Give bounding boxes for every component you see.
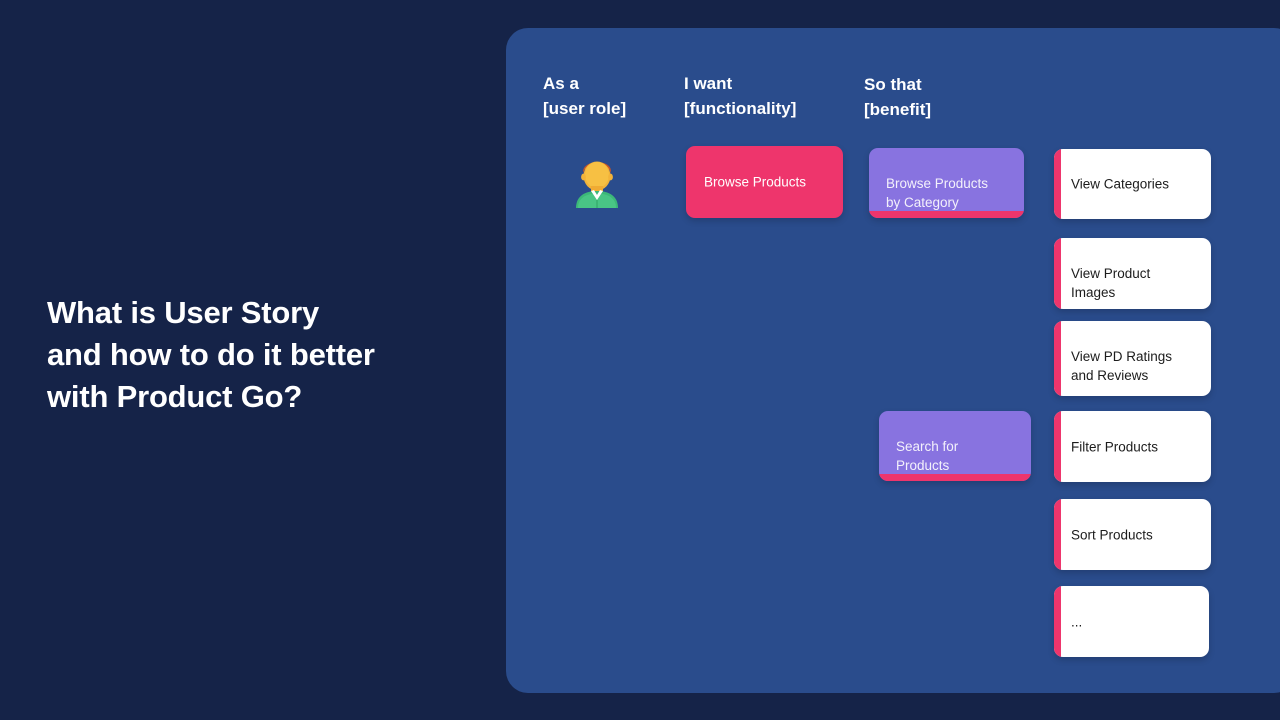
detail-card-view-categories[interactable]: View Categories (1054, 149, 1211, 219)
card-label: Sort Products (1071, 527, 1153, 542)
column-header-i-want: I want [functionality] (684, 74, 797, 118)
page-title-line-1: What is User Story (47, 295, 320, 330)
card-label: Browse Products (704, 174, 807, 190)
card-accent-bar (1054, 238, 1061, 309)
card-accent-bar (879, 474, 1031, 481)
slide-canvas: What is User Story and how to do it bett… (0, 0, 1280, 720)
detail-card-sort-products[interactable]: Sort Products (1054, 499, 1211, 570)
detail-card-more[interactable]: ... (1054, 586, 1209, 657)
detail-card-view-product-images[interactable]: View Product Images (1054, 238, 1211, 309)
detail-card-filter-products[interactable]: Filter Products (1054, 411, 1211, 482)
page-title: What is User Story and how to do it bett… (47, 292, 477, 418)
card-label: View Categories (1071, 176, 1170, 192)
card-accent-bar (1054, 411, 1061, 482)
page-title-line-3: with Product Go? (47, 379, 303, 414)
card-accent-bar (1054, 499, 1061, 570)
card-label: Browse Products by Category (886, 176, 989, 210)
card-label: View PD Ratings and Reviews (1071, 349, 1173, 383)
user-avatar-icon (572, 150, 622, 208)
card-label: View Product Images (1071, 266, 1151, 300)
column-header-as-a: As a [user role] (543, 74, 627, 118)
card-label: Filter Products (1071, 439, 1159, 454)
functionality-card-browse-products[interactable]: Browse Products (686, 146, 843, 218)
detail-card-view-pd-ratings-and-reviews[interactable]: View PD Ratings and Reviews (1054, 321, 1211, 396)
card-accent-bar (869, 211, 1024, 218)
card-label: ... (1071, 614, 1083, 629)
benefit-card-search-for-products[interactable]: Search for Products (879, 411, 1031, 481)
benefit-card-browse-by-category[interactable]: Browse Products by Category (869, 148, 1024, 218)
card-accent-bar (1054, 321, 1061, 396)
column-header-so-that: So that [benefit] (864, 75, 932, 119)
card-accent-bar (1054, 149, 1061, 219)
card-accent-bar (1054, 586, 1061, 657)
page-title-line-2: and how to do it better (47, 337, 375, 372)
card-label: Search for Products (896, 439, 959, 473)
